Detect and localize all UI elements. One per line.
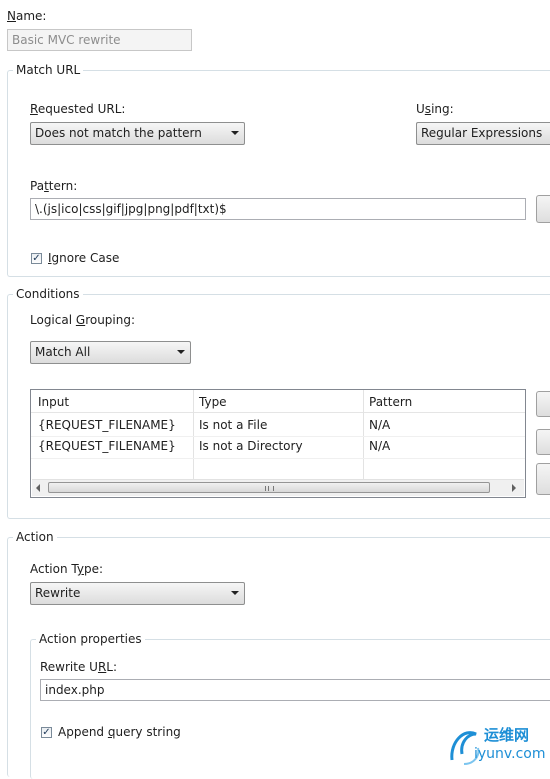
row-type: Is not a File [199,418,268,432]
row-input: {REQUEST_FILENAME} [38,418,176,432]
match-url-title: Match URL [13,63,84,77]
using-label: Using: [416,102,454,116]
requested-url-value: Does not match the pattern [35,126,202,140]
grip-icon [265,486,274,491]
horizontal-scrollbar[interactable] [32,479,524,496]
name-field[interactable]: Basic MVC rewrite [7,29,192,51]
chevron-down-icon [231,591,239,595]
scroll-left-icon[interactable] [36,484,40,492]
pattern-label: Pattern: [30,179,78,193]
action-type-label: Action Type: [30,562,104,576]
chevron-down-icon [231,131,239,135]
checkmark-icon: ✓ [32,253,41,264]
row-type: Is not a Directory [199,439,303,453]
row-pattern: N/A [369,439,391,453]
name-label: Name: [7,9,47,23]
scroll-right-icon[interactable] [512,484,516,492]
action-properties-title: Action properties [36,632,145,646]
checkmark-icon: ✓ [42,727,51,738]
conditions-title: Conditions [13,287,83,301]
conditions-list[interactable]: Input Type Pattern {REQUEST_FILENAME} Is… [30,389,526,498]
action-type-value: Rewrite [35,586,81,600]
append-query-label: Append query string [58,725,181,739]
action-type-dropdown[interactable]: Rewrite [30,582,245,605]
column-header-pattern[interactable]: Pattern [369,395,412,409]
append-query-checkbox[interactable]: ✓ [41,727,52,738]
table-row[interactable]: {REQUEST_FILENAME} Is not a File N/A [31,414,525,437]
conditions-list-header: Input Type Pattern [31,390,525,413]
column-header-input[interactable]: Input [38,395,69,409]
pattern-input[interactable]: \.(js|ico|css|gif|jpg|png|pdf|txt)$ [30,198,526,220]
table-row[interactable]: {REQUEST_FILENAME} Is not a Directory N/… [31,436,525,459]
watermark-url: iyunv.com [474,746,546,762]
row-input: {REQUEST_FILENAME} [38,439,176,453]
watermark-cn: 运维网 [484,726,530,744]
remove-condition-button[interactable] [536,463,550,495]
rewrite-url-input[interactable]: index.php [40,679,550,701]
using-value: Regular Expressions [421,126,543,140]
chevron-down-icon [177,350,185,354]
logical-grouping-dropdown[interactable]: Match All [30,341,191,364]
edit-condition-button[interactable] [536,429,550,455]
column-header-type[interactable]: Type [199,395,227,409]
row-pattern: N/A [369,418,391,432]
test-pattern-button[interactable] [536,195,550,223]
rewrite-url-label: Rewrite URL: [40,660,118,674]
logical-grouping-value: Match All [35,345,91,359]
watermark-logo: 运维网 iyunv.com [446,720,550,768]
ignore-case-checkbox[interactable]: ✓ [31,253,42,264]
requested-url-dropdown[interactable]: Does not match the pattern [30,122,245,145]
logical-grouping-label: Logical Grouping: [30,313,136,327]
using-dropdown[interactable]: Regular Expressions [416,122,550,145]
add-condition-button[interactable] [536,391,550,417]
ignore-case-label: Ignore Case [48,251,120,265]
scrollbar-thumb[interactable] [48,482,490,493]
action-title: Action [13,530,57,544]
requested-url-label: Requested URL: [30,102,126,116]
